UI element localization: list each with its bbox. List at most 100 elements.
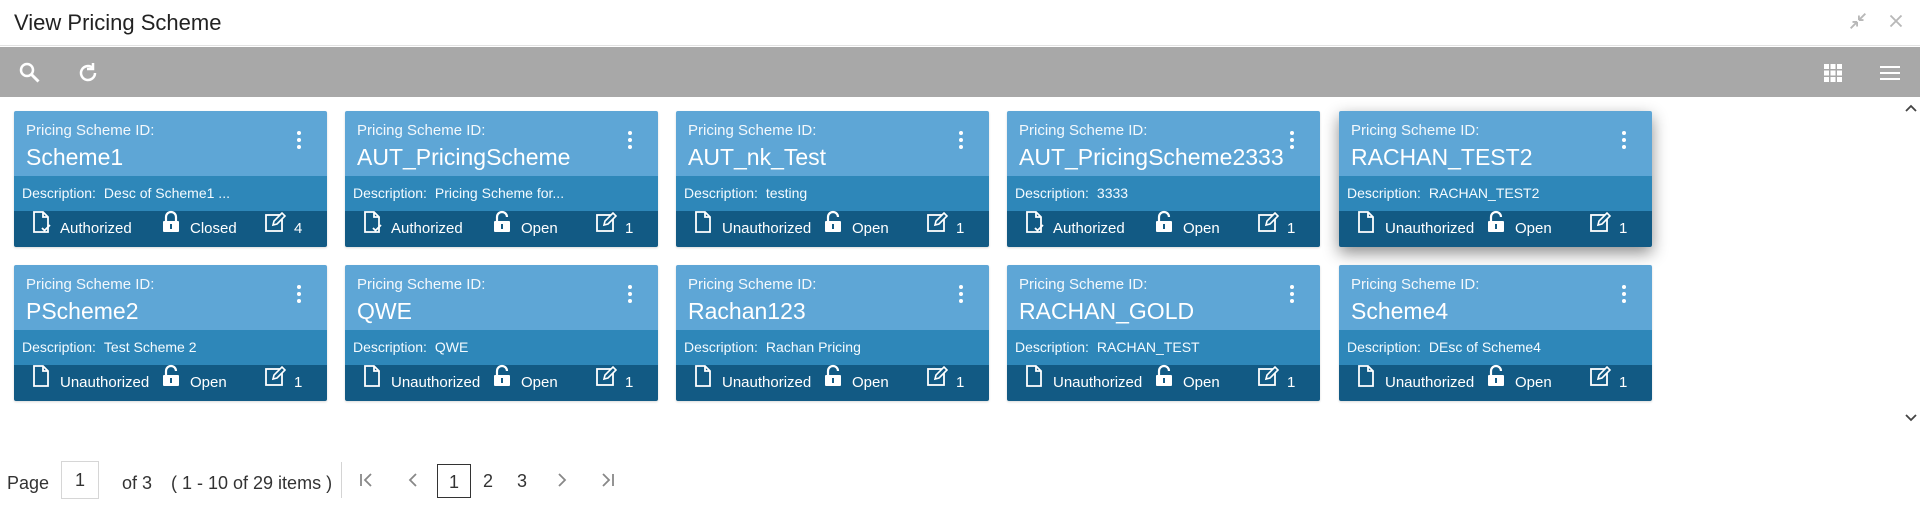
- record-status[interactable]: Open: [822, 210, 889, 247]
- scheme-id-label: Pricing Scheme ID:: [688, 122, 817, 139]
- modification-count-text: 1: [956, 220, 965, 237]
- document-icon: [1355, 364, 1385, 401]
- kebab-menu-icon[interactable]: [626, 285, 634, 307]
- modification-count[interactable]: 1: [264, 365, 302, 401]
- record-status[interactable]: Closed: [160, 210, 237, 247]
- grid-view-icon[interactable]: [1819, 59, 1847, 87]
- first-page-icon[interactable]: [354, 468, 378, 492]
- scheme-id-value: RACHAN_TEST2: [1351, 144, 1533, 170]
- card-description: Description: QWE: [345, 330, 658, 365]
- description-value: RACHAN_TEST: [1096, 339, 1200, 355]
- last-page-icon[interactable]: [596, 468, 620, 492]
- refresh-icon[interactable]: [74, 59, 102, 87]
- kebab-menu-icon[interactable]: [1620, 285, 1628, 307]
- kebab-menu-icon[interactable]: [1288, 285, 1296, 307]
- record-status[interactable]: Open: [822, 364, 889, 401]
- record-status[interactable]: Open: [160, 364, 227, 401]
- scheme-id-label: Pricing Scheme ID:: [357, 122, 486, 139]
- authorization-status-text: Unauthorized: [1385, 374, 1475, 391]
- kebab-menu-icon[interactable]: [1620, 131, 1628, 153]
- pricing-scheme-card[interactable]: Pricing Scheme ID: Scheme4 Description: D…: [1339, 265, 1652, 401]
- authorization-status[interactable]: Unauthorized: [1355, 365, 1474, 401]
- record-status[interactable]: Open: [1153, 364, 1220, 401]
- scheme-id-value: QWE: [357, 298, 412, 324]
- authorization-status[interactable]: Authorized: [30, 211, 132, 247]
- modification-count[interactable]: 1: [595, 211, 633, 247]
- pricing-scheme-card[interactable]: Pricing Scheme ID: RACHAN_GOLD Descripti…: [1007, 265, 1320, 401]
- kebab-menu-icon[interactable]: [1288, 131, 1296, 153]
- lock-open-icon: [1153, 210, 1183, 247]
- record-status-text: Open: [1183, 374, 1220, 391]
- window-title: View Pricing Scheme: [14, 10, 222, 35]
- pricing-scheme-card[interactable]: Pricing Scheme ID: RACHAN_TEST2 Descript…: [1339, 111, 1652, 247]
- cards-container: Pricing Scheme ID: Scheme1 Description: D…: [0, 97, 1920, 427]
- record-status[interactable]: Open: [491, 364, 558, 401]
- scrollbar[interactable]: [1902, 97, 1920, 431]
- edit-icon: [1257, 210, 1287, 247]
- page-button-1[interactable]: 1: [437, 464, 471, 498]
- scheme-id-value: Scheme4: [1351, 298, 1449, 324]
- kebab-menu-icon[interactable]: [957, 131, 965, 153]
- pricing-scheme-card[interactable]: Pricing Scheme ID: AUT_PricingScheme2333…: [1007, 111, 1320, 247]
- pricing-scheme-card[interactable]: Pricing Scheme ID: AUT_nk_Test Descripti…: [676, 111, 989, 247]
- description-value: DEsc of Scheme4: [1428, 339, 1541, 355]
- pricing-scheme-card[interactable]: Pricing Scheme ID: PScheme2 Description:…: [14, 265, 327, 401]
- kebab-menu-icon[interactable]: [626, 131, 634, 153]
- record-status[interactable]: Open: [491, 210, 558, 247]
- record-status[interactable]: Open: [1485, 364, 1552, 401]
- scroll-up-icon[interactable]: [1904, 101, 1918, 115]
- authorization-status[interactable]: Unauthorized: [361, 365, 480, 401]
- close-icon[interactable]: [1884, 10, 1908, 34]
- modification-count-text: 4: [294, 220, 303, 237]
- scheme-id-label: Pricing Scheme ID:: [357, 276, 486, 293]
- compress-icon[interactable]: [1846, 10, 1870, 34]
- pricing-scheme-card[interactable]: Pricing Scheme ID: AUT_PricingScheme Des…: [345, 111, 658, 247]
- record-status-text: Open: [852, 220, 889, 237]
- card-description: Description: Pricing Scheme for...: [345, 176, 658, 211]
- record-status-text: Open: [852, 374, 889, 391]
- pricing-scheme-card[interactable]: Pricing Scheme ID: QWE Description: QWE U…: [345, 265, 658, 401]
- card-description: Description: Desc of Scheme1 ...: [14, 176, 327, 211]
- next-page-icon[interactable]: [550, 468, 574, 492]
- card-status-bar: Authorized Closed 4: [14, 210, 327, 247]
- authorization-status[interactable]: Authorized: [361, 211, 463, 247]
- page-number-input[interactable]: [61, 461, 99, 499]
- record-status[interactable]: Open: [1485, 210, 1552, 247]
- description-label: Description:: [353, 339, 427, 355]
- page-button-3[interactable]: 3: [505, 464, 539, 498]
- modification-count[interactable]: 1: [1589, 365, 1627, 401]
- scroll-down-icon[interactable]: [1904, 411, 1918, 425]
- kebab-menu-icon[interactable]: [295, 131, 303, 153]
- edit-icon: [1589, 210, 1619, 247]
- authorization-status[interactable]: Unauthorized: [692, 211, 811, 247]
- kebab-menu-icon[interactable]: [957, 285, 965, 307]
- document-icon: [692, 364, 722, 401]
- toolbar: [0, 47, 1920, 97]
- card-header: Pricing Scheme ID: PScheme2: [14, 265, 327, 330]
- authorization-status[interactable]: Authorized: [1023, 211, 1125, 247]
- description-label: Description:: [22, 339, 96, 355]
- page-button-2[interactable]: 2: [471, 464, 505, 498]
- modification-count[interactable]: 1: [595, 365, 633, 401]
- authorization-status[interactable]: Unauthorized: [1355, 211, 1474, 247]
- authorization-status[interactable]: Unauthorized: [692, 365, 811, 401]
- authorization-status[interactable]: Unauthorized: [1023, 365, 1142, 401]
- modification-count[interactable]: 1: [926, 211, 964, 247]
- record-status[interactable]: Open: [1153, 210, 1220, 247]
- search-icon[interactable]: [16, 59, 44, 87]
- pricing-scheme-card[interactable]: Pricing Scheme ID: Rachan123 Description…: [676, 265, 989, 401]
- modification-count[interactable]: 1: [926, 365, 964, 401]
- modification-count[interactable]: 1: [1589, 211, 1627, 247]
- modification-count-text: 1: [1287, 220, 1296, 237]
- list-view-icon[interactable]: [1876, 59, 1904, 87]
- modification-count[interactable]: 1: [1257, 365, 1295, 401]
- previous-page-icon[interactable]: [401, 468, 425, 492]
- lock-open-icon: [1485, 210, 1515, 247]
- authorization-status[interactable]: Unauthorized: [30, 365, 149, 401]
- authorization-status-text: Authorized: [1053, 220, 1125, 237]
- kebab-menu-icon[interactable]: [295, 285, 303, 307]
- modification-count[interactable]: 1: [1257, 211, 1295, 247]
- card-status-bar: Unauthorized Open 1: [345, 364, 658, 401]
- pricing-scheme-card[interactable]: Pricing Scheme ID: Scheme1 Description: D…: [14, 111, 327, 247]
- modification-count[interactable]: 4: [264, 211, 302, 247]
